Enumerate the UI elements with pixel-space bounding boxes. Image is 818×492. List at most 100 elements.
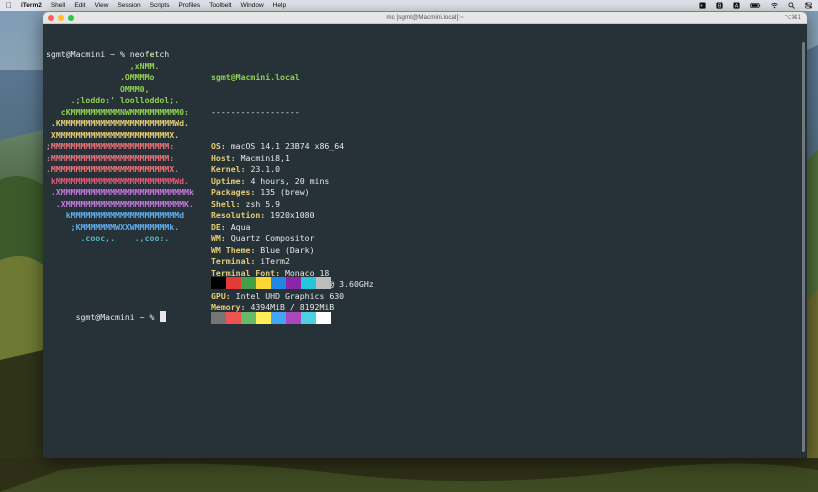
menu-shell[interactable]: Shell <box>51 2 65 9</box>
final-prompt-text: sgmt@Macmini ~ % <box>75 311 160 322</box>
color-swatch <box>301 277 316 289</box>
logo-line: ,xNMM. <box>46 60 160 71</box>
color-swatch <box>316 312 331 324</box>
info-row: DE: Aqua <box>211 222 374 234</box>
user-host: sgmt@Macmini.local <box>211 72 300 82</box>
color-swatch <box>271 277 286 289</box>
menu-scripts[interactable]: Scripts <box>150 2 170 9</box>
info-row: OS: macOS 14.1 23B74 x86_64 <box>211 141 374 153</box>
svg-text:A: A <box>735 3 739 9</box>
info-value: 4 hours, 20 mins <box>250 175 330 186</box>
search-icon[interactable] <box>788 2 795 9</box>
logo-line: .;loddo:' loolloddol;. <box>46 95 180 105</box>
color-swatch <box>241 312 256 324</box>
info-colon: : <box>260 210 271 220</box>
svg-text:B: B <box>718 3 722 9</box>
info-key: Packages <box>211 187 251 197</box>
info-value: Blue (Dark) <box>260 244 315 255</box>
window-title: mc [sgmt@Macmini.local]:~ <box>386 14 464 21</box>
menu-help[interactable]: Help <box>273 2 286 9</box>
info-key: WM <box>211 233 221 243</box>
bold-b-icon[interactable]: B <box>716 2 723 9</box>
logo-line: .XMMMMMMMMMMMMMMMMMMMMMMMMK. <box>46 198 194 209</box>
info-colon: : <box>230 152 241 163</box>
control-center-icon[interactable] <box>805 2 812 9</box>
menu-view[interactable]: View <box>95 2 109 9</box>
menu-app[interactable]: iTerm2 <box>21 2 42 9</box>
terminal-window: mc [sgmt@Macmini.local]:~ ⌥⌘1 sgmt@Macmi… <box>43 12 807 458</box>
info-key: Host <box>211 152 231 163</box>
final-prompt: sgmt@Macmini ~ % <box>46 299 167 335</box>
logo-line: kMMMMMMMMMMMMMMMMMMMMMMMMWd. <box>46 175 189 186</box>
info-colon: : <box>240 164 251 174</box>
info-row: Uptime: 4 hours, 20 mins <box>211 176 374 188</box>
color-swatch <box>226 312 241 324</box>
info-key: OS <box>211 141 221 151</box>
color-swatch <box>316 277 331 289</box>
info-colon: : <box>240 175 251 186</box>
logo-line: XMMMMMMMMMMMMMMMMMMMMMMMX. <box>46 129 180 140</box>
info-row: WM: Quartz Compositor <box>211 233 374 245</box>
info-key: Resolution <box>211 210 261 220</box>
logo-line: .MMMMMMMMMMMMMMMMMMMMMMMMX. <box>46 164 180 174</box>
text-cursor <box>160 310 167 322</box>
logo-line: .XMMMMMMMMMMMMMMMMMMMMMMMMMMk <box>46 187 194 197</box>
menu-session[interactable]: Session <box>118 2 141 9</box>
info-value: Quartz Compositor <box>230 233 315 243</box>
info-value: 135 (brew) <box>260 187 310 197</box>
logo-line: kMMMMMMMMMMMMMMMMMMMMMMd <box>46 210 185 220</box>
color-swatch <box>286 312 301 324</box>
info-colon: : <box>220 233 231 243</box>
color-swatch <box>256 277 271 289</box>
info-key: Shell <box>211 198 236 209</box>
logo-line: .KMMMMMMMMMMMMMMMMMMMMMMMWd. <box>46 118 189 128</box>
terminal-content[interactable]: sgmt@Macmini ~ % neofetch 'c. ,xNMM. .OM… <box>43 24 807 324</box>
battery-icon[interactable] <box>750 2 761 9</box>
ascii-logo: 'c. ,xNMM. .OMMMMo OMMM0, .;loddo:' lool… <box>46 49 194 245</box>
info-key: Uptime <box>211 175 241 186</box>
info-row: Shell: zsh 5.9 <box>211 199 374 211</box>
color-swatch <box>211 312 226 324</box>
menu-bar:  iTerm2 Shell Edit View Session Scripts… <box>0 0 818 11</box>
info-value: Aqua <box>230 221 251 232</box>
apple-menu-icon[interactable]:  <box>6 1 12 10</box>
color-palette <box>211 254 331 347</box>
font-a-icon[interactable]: A <box>733 2 740 9</box>
info-key: DE <box>211 221 221 232</box>
menu-profiles[interactable]: Profiles <box>179 2 201 9</box>
info-value: 23.1.0 <box>250 164 281 174</box>
wifi-icon[interactable] <box>771 2 778 9</box>
palette-row-1 <box>211 277 331 289</box>
menu-toolbelt[interactable]: Toolbelt <box>209 2 231 9</box>
window-titlebar[interactable]: mc [sgmt@Macmini.local]:~ ⌥⌘1 <box>43 12 807 24</box>
logo-line: :MMMMMMMMMMMMMMMMMMMMMMMM: <box>46 152 175 163</box>
logo-line: 'c. <box>46 49 160 59</box>
menu-window[interactable]: Window <box>241 2 264 9</box>
neofetch-output: 'c. ,xNMM. .OMMMMo OMMM0, .;loddo:' lool… <box>46 49 374 324</box>
info-row: Host: Macmini8,1 <box>211 153 374 165</box>
logo-line: .OMMMMo <box>46 72 155 82</box>
info-value: zsh 5.9 <box>245 198 281 209</box>
color-swatch <box>301 312 316 324</box>
status-bar: B A <box>699 2 812 9</box>
info-colon: : <box>220 221 231 232</box>
color-swatch <box>256 312 271 324</box>
info-row: Resolution: 1920x1080 <box>211 210 374 222</box>
palette-row-2 <box>211 312 331 324</box>
color-swatch <box>211 277 226 289</box>
separator-line: ------------------ <box>211 106 300 117</box>
info-value: 1920x1080 <box>270 210 315 220</box>
color-swatch <box>271 312 286 324</box>
scrollbar[interactable] <box>802 42 805 452</box>
info-value: macOS 14.1 23B74 x86_64 <box>230 141 345 151</box>
logo-line: cKMMMMMMMMMMNWMMMMMMMMMM0: <box>46 106 189 117</box>
info-colon: : <box>220 141 231 151</box>
info-colon: : <box>235 198 246 209</box>
menu-edit[interactable]: Edit <box>74 2 85 9</box>
color-swatch <box>226 277 241 289</box>
info-colon: : <box>250 244 261 255</box>
terminal-icon[interactable] <box>699 2 706 9</box>
color-swatch <box>241 277 256 289</box>
logo-line: OMMM0, <box>46 83 150 94</box>
window-shortcut: ⌥⌘1 <box>784 15 801 21</box>
